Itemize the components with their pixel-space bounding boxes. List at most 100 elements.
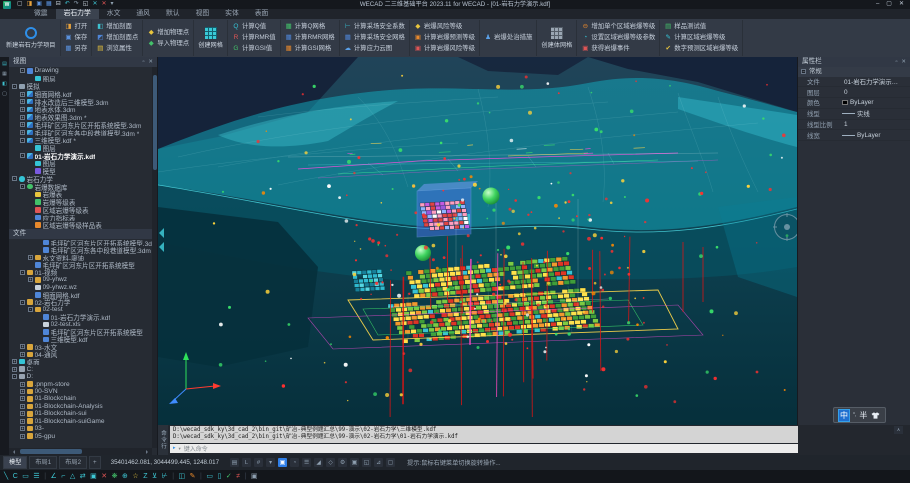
tree-item[interactable]: 毛坪矿区河东片区开拓系统模型.3dm — [9, 239, 157, 246]
close-icon[interactable]: ✕ — [148, 57, 153, 67]
draw-tool-icon[interactable]: ▣ — [251, 470, 258, 483]
ribbon-button[interactable]: ◆ 岩爆风险等级 — [414, 22, 475, 32]
expander-icon[interactable]: + — [20, 92, 25, 97]
property-row[interactable]: 文件 01-岩石力学演示… — [798, 77, 910, 88]
ribbon-tab[interactable]: 默认 — [158, 9, 188, 19]
maximize-icon[interactable]: ▢ — [886, 0, 892, 9]
ribbon-button[interactable]: ▦ 计算GSI网格 — [285, 44, 335, 54]
draw-tool-icon[interactable]: ▯ — [217, 470, 221, 483]
status-toggle-icon[interactable]: ◇ — [326, 458, 335, 467]
close-all-icon[interactable]: ✕ — [101, 0, 106, 9]
draw-tool-icon[interactable]: ≠ — [236, 470, 240, 483]
property-value[interactable]: 01-岩石力学演示… — [842, 77, 910, 86]
status-toggle-icon[interactable]: ▢ — [386, 458, 395, 467]
collapse-icon[interactable]: − — [801, 69, 806, 74]
draw-tool-icon[interactable]: ✕ — [101, 470, 107, 483]
ribbon-button[interactable]: ▦ 另存 — [65, 44, 88, 54]
rail-icon[interactable]: ▤ — [2, 62, 7, 67]
close-window-icon[interactable]: ✕ — [899, 0, 904, 9]
expander-icon[interactable]: + — [20, 344, 25, 349]
expander-icon[interactable]: + — [12, 359, 17, 364]
ribbon-tab[interactable]: 通风 — [128, 9, 158, 19]
command-history[interactable]: D:\wecad_sdk_ky\3d_cad_2\bin_git\矿冶-典型例题… — [170, 426, 798, 443]
expander-icon[interactable]: + — [20, 404, 25, 409]
ribbon-button[interactable]: ✔ 数字预测区域岩爆等级 — [664, 44, 738, 54]
expander-icon[interactable]: + — [20, 426, 25, 431]
expander-icon[interactable]: - — [20, 184, 25, 189]
expander-icon[interactable]: + — [28, 255, 33, 260]
expander-icon[interactable]: + — [20, 411, 25, 416]
tree-item[interactable]: + 水文资料-廖迪 — [9, 254, 157, 261]
ribbon-big-button[interactable]: 创建体网格 — [541, 27, 572, 49]
tree-item[interactable]: + 00-SVN — [9, 388, 157, 395]
status-toggle-icon[interactable]: ◔ — [290, 458, 299, 467]
tree-item[interactable]: 毛坪矿区河东片区开拓系统模型 — [9, 328, 157, 335]
draw-tool-icon[interactable]: | — [245, 470, 247, 483]
tree-item[interactable]: 09-yhwz.wz — [9, 284, 157, 291]
tree-item[interactable]: + 桌面 — [9, 358, 157, 365]
draw-tool-icon[interactable]: | — [172, 470, 174, 483]
status-toggle-icon[interactable]: ◢ — [314, 458, 323, 467]
ribbon-tab[interactable]: 微震 — [26, 9, 56, 19]
property-row[interactable]: 颜色 ByLayer — [798, 98, 910, 109]
status-toggle-icon[interactable]: ☰ — [302, 458, 311, 467]
tree-item[interactable]: - 01-岩石力学演示.kdf — [9, 152, 157, 160]
expander-icon[interactable]: + — [20, 115, 25, 120]
tree-item[interactable]: 01-岩石力学演示.kdf — [9, 313, 157, 320]
tree-item[interactable]: 图层 — [9, 75, 157, 83]
ribbon-button[interactable]: ⊢ 计算采场安全系数 — [344, 22, 405, 32]
ribbon-button[interactable]: ▦ 计算RMR网格 — [285, 33, 335, 43]
tree-item[interactable]: 02-test.xls — [9, 321, 157, 328]
tree-item[interactable]: 区域岩爆等级表 — [9, 206, 157, 214]
ribbon-button[interactable]: ▣ 计算岩爆预测等级 — [414, 33, 475, 43]
ribbon-button[interactable]: ◨ 打开 — [65, 22, 88, 32]
redo-icon[interactable]: ↷ — [74, 0, 79, 9]
draw-tool-icon[interactable]: Z — [143, 470, 147, 483]
draw-tool-icon[interactable]: ╲ — [4, 470, 8, 483]
expander-icon[interactable]: + — [20, 352, 25, 357]
ime-toggle[interactable]: 中 — [838, 409, 850, 422]
expander-icon[interactable]: - — [20, 138, 25, 143]
ribbon-button[interactable]: ▦ 计算采场安全网格 — [344, 33, 405, 43]
tree-item[interactable]: 图层 — [9, 160, 157, 168]
ribbon-button[interactable]: ◩ 增加剖面点 — [96, 33, 138, 43]
left-panel-vertical-scrollbar[interactable] — [152, 67, 157, 448]
shirt-icon[interactable] — [870, 411, 881, 420]
ribbon-button[interactable]: ⊖ 增加单个区域岩爆等级 — [581, 22, 655, 32]
3d-viewport[interactable] — [158, 57, 797, 425]
close-doc-icon[interactable]: ✕ — [92, 0, 97, 9]
tree-item[interactable]: + 04-通风 — [9, 351, 157, 358]
tree-item[interactable]: 模型 — [9, 167, 157, 175]
expander-icon[interactable]: - — [12, 176, 17, 181]
tree-item[interactable]: + 01-Blockchain-suiGame — [9, 418, 157, 425]
ribbon-button[interactable]: ♟ 岩爆处治措施 — [484, 33, 532, 43]
draw-tool-icon[interactable]: ⌐ — [61, 470, 65, 483]
draw-tool-icon[interactable]: C — [13, 470, 18, 483]
tree-item[interactable]: + C: — [9, 365, 157, 372]
layout-tab[interactable]: + — [89, 456, 101, 469]
ribbon-button[interactable]: ☁ 计算应力云图 — [344, 44, 405, 54]
layout-tab[interactable]: 模型 — [3, 456, 27, 469]
tree-item[interactable]: + 03-水文 — [9, 343, 157, 350]
expander-icon[interactable]: + — [20, 389, 25, 394]
ribbon-tab[interactable]: 岩石力学 — [56, 9, 99, 19]
status-toggle-icon[interactable]: L — [242, 458, 251, 467]
draw-tool-icon[interactable]: ▣ — [90, 470, 97, 483]
command-line-tab[interactable]: 命令行 — [158, 425, 168, 455]
command-input[interactable]: ▸ ▾ 键入命令 — [170, 444, 798, 453]
tree-item[interactable]: + 毛坪矿区河东各中段巷道模型.3dm * — [9, 129, 157, 137]
expander-icon[interactable]: + — [20, 107, 25, 112]
draw-tool-icon[interactable]: ⊻ — [152, 470, 157, 483]
tree-item[interactable]: 图层 — [9, 144, 157, 152]
status-toggle-icon[interactable]: ▣ — [278, 458, 287, 467]
ribbon-big-button[interactable]: 新建岩石力学项目 — [6, 27, 56, 49]
tree-item[interactable]: + 01-Blockchain-Analysis — [9, 403, 157, 410]
expander-icon[interactable]: + — [20, 419, 25, 424]
expander-icon[interactable]: - — [20, 270, 25, 275]
ribbon-button[interactable]: R 计算RMR值 — [232, 33, 276, 43]
tree-item[interactable]: + 09-yhwz — [9, 276, 157, 283]
status-toggle-icon[interactable]: ◱ — [362, 458, 371, 467]
tree-item[interactable]: - 岩爆数据库 — [9, 183, 157, 191]
save-icon[interactable]: ▣ — [36, 0, 42, 9]
scroll-left-icon[interactable] — [11, 450, 15, 454]
